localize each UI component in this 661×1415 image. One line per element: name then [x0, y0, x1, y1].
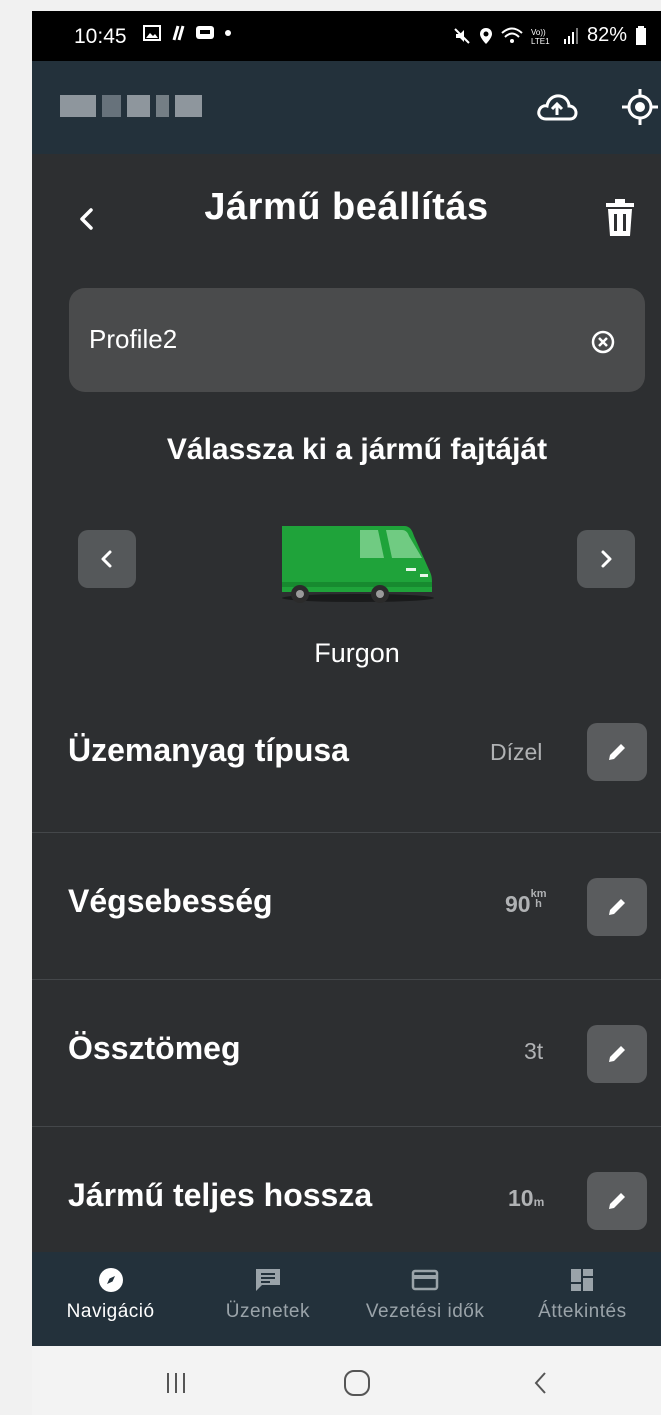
compass-icon: [98, 1268, 123, 1292]
tab-overview[interactable]: Áttekintés: [504, 1252, 661, 1346]
bottom-navigation: Navigáció Üzenetek Vezetési idők Áttekin…: [32, 1252, 661, 1346]
edit-max-speed-button[interactable]: [587, 878, 647, 936]
message-icon: [255, 1269, 280, 1291]
gps-target-icon: [622, 89, 658, 125]
setting-value: 90km h: [505, 889, 547, 918]
setting-value: 10m: [508, 1185, 544, 1212]
volte-icon: Vo))LTE1: [531, 28, 550, 45]
tab-label: Navigáció: [66, 1301, 155, 1322]
status-bar: 10:45 Vo)) LTE1 82%: [32, 11, 661, 61]
card-icon: [411, 1269, 439, 1291]
clear-circle-icon[interactable]: [589, 328, 617, 356]
app-logo: [60, 91, 202, 121]
svg-text:Vo)): Vo)): [531, 28, 546, 37]
setting-row-total-weight: Össztömeg 3t: [32, 980, 661, 1127]
system-navigation-bar: [32, 1346, 661, 1415]
status-time: 10:45: [74, 25, 127, 48]
app-icon: [196, 26, 214, 39]
chevron-right-icon: [601, 550, 612, 568]
dot-icon: [225, 30, 231, 36]
chevron-left-icon: [101, 550, 112, 568]
setting-label: Jármű teljes hossza: [68, 1177, 373, 1213]
pencil-icon: [609, 899, 625, 915]
page-title: Jármű beállítás: [204, 186, 489, 228]
location-icon: [479, 27, 492, 44]
vehicle-type-title: Válassza ki a jármű fajtáját: [166, 433, 548, 466]
signal-icon: [563, 27, 578, 44]
tab-messages[interactable]: Üzenetek: [189, 1252, 346, 1346]
mute-icon: [454, 27, 470, 44]
gps-target-button[interactable]: [618, 85, 661, 129]
pencil-icon: [609, 1046, 625, 1062]
speed-unit-bottom: h: [535, 898, 542, 910]
status-icons-right: Vo)) LTE1 82%: [453, 24, 647, 47]
setting-row-fuel: Üzemanyag típusa Dízel: [32, 686, 661, 833]
recent-apps-icon: [167, 1373, 185, 1393]
cloud-upload-button[interactable]: [535, 85, 579, 129]
profile-name-value[interactable]: Profile2: [89, 324, 177, 355]
edit-fuel-button[interactable]: [587, 723, 647, 781]
vehicle-prev-button[interactable]: [78, 530, 136, 588]
tab-label: Áttekintés: [538, 1301, 627, 1322]
tab-label: Üzenetek: [225, 1301, 311, 1322]
app-bar: [32, 61, 661, 154]
system-back-button[interactable]: [526, 1368, 556, 1398]
back-icon: [534, 1372, 546, 1394]
signal-slash-icon: [172, 25, 185, 41]
battery-icon: [636, 25, 646, 45]
edit-total-length-button[interactable]: [587, 1172, 647, 1230]
phone-screen: 10:45 Vo)) LTE1 82% Jármű beállítás Prof…: [32, 11, 661, 1415]
setting-row-max-speed: Végsebesség 90km h: [32, 833, 661, 980]
home-icon: [344, 1370, 370, 1396]
profile-name-field[interactable]: Profile2: [69, 288, 645, 392]
svg-text:LTE1: LTE1: [531, 37, 550, 45]
vehicle-type-label: Furgon: [314, 638, 400, 668]
vehicle-next-button[interactable]: [577, 530, 635, 588]
pencil-icon: [609, 744, 625, 760]
page-header: Jármű beállítás: [32, 154, 661, 284]
tab-navigation[interactable]: Navigáció: [32, 1252, 189, 1346]
dashboard-icon: [571, 1269, 594, 1291]
delete-button[interactable]: [602, 198, 638, 238]
setting-label: Végsebesség: [68, 883, 273, 919]
recent-apps-button[interactable]: [161, 1368, 191, 1398]
length-value: 10: [508, 1185, 534, 1211]
tab-driving-times[interactable]: Vezetési idők: [347, 1252, 504, 1346]
length-unit: m: [533, 1195, 545, 1209]
setting-label: Üzemanyag típusa: [68, 732, 349, 768]
setting-value: 3t: [524, 1038, 544, 1064]
speed-value: 90: [505, 891, 531, 917]
edit-total-weight-button[interactable]: [587, 1025, 647, 1083]
status-icons-left: [143, 24, 232, 42]
home-button[interactable]: [342, 1368, 372, 1398]
gallery-icon: [143, 25, 161, 41]
setting-value: Dízel: [490, 739, 543, 765]
battery-percent: 82%: [586, 24, 627, 46]
cloud-upload-icon: [537, 94, 578, 121]
wifi-icon: [501, 27, 523, 43]
van-icon: [282, 526, 434, 603]
pencil-icon: [609, 1193, 625, 1209]
tab-label: Vezetési idők: [365, 1301, 485, 1322]
setting-label: Össztömeg: [68, 1030, 241, 1066]
